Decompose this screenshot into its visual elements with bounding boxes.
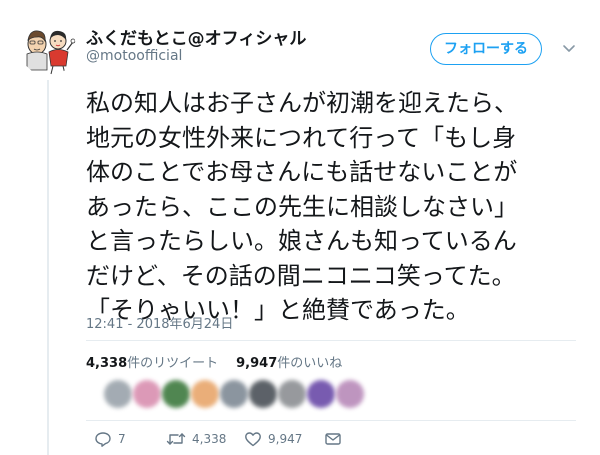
liker-avatar[interactable] [191,380,219,408]
liker-avatar[interactable] [162,380,190,408]
tweet-timestamp[interactable]: 12:41 - 2018年6月24日 [86,313,233,332]
like-stat-count: 9,947 [236,356,278,371]
liker-avatar[interactable] [104,380,132,408]
liker-avatar[interactable] [249,380,277,408]
divider [86,420,576,421]
retweet-stat-count: 4,338 [86,356,128,371]
liker-avatar[interactable] [133,380,161,408]
tweet-text-line: だけど、その話の間ニコニコ笑ってた。 [86,261,516,290]
like-stat[interactable]: 9,947件のいいね [236,356,342,371]
like-count: 9,947 [268,432,303,446]
retweet-stat-label: 件のリツイート [127,356,219,371]
retweet-count: 4,338 [192,432,227,446]
tweet-text-line: と言ったらしい。娘さんも知っているん [86,227,517,255]
message-button[interactable] [324,430,342,448]
tweet-stats: 4,338件のリツイート 9,947件のいいね [86,352,342,371]
retweet-icon [166,433,186,445]
tweet-text-line: 地元の女性外来につれて行って「もし身 [86,123,517,152]
liker-avatar[interactable] [307,380,335,408]
like-button[interactable]: 9,947 [244,430,302,448]
like-stat-label: 件のいいね [277,356,343,371]
display-name[interactable]: ふくだもとこ@オフィシャル [86,24,306,49]
reply-icon [95,432,111,447]
tweet-text: 私の知人はお子さんが初潮を迎えたら、 地元の女性外来につれて行って「もし身 体の… [86,86,586,328]
tweet-card: ふくだもとこ@オフィシャル @motoofficial フォローする 私の知人は… [0,0,600,455]
divider [86,340,576,341]
chevron-down-icon[interactable] [560,40,578,58]
thread-line [47,80,49,455]
tweet-text-line: あったら、ここの先生に相談しなさい」 [86,192,518,221]
liker-avatar[interactable] [220,380,248,408]
retweet-stat[interactable]: 4,338件のリツイート [86,356,218,371]
liker-avatar[interactable] [336,380,364,408]
heart-icon [245,432,261,447]
follow-button[interactable]: フォローする [430,33,542,65]
tweet-text-line: 体のことでお母さんにも話せないことが [86,158,518,186]
retweet-button[interactable]: 4,338 [166,430,226,448]
reply-count: 7 [118,432,126,446]
avatar[interactable] [20,20,76,76]
envelope-icon [325,433,341,445]
reply-button[interactable]: 7 [94,430,126,448]
liker-avatar[interactable] [278,380,306,408]
user-handle[interactable]: @motoofficial [86,48,182,64]
tweet-text-line: 私の知人はお子さんが初潮を迎えたら、 [86,89,518,117]
